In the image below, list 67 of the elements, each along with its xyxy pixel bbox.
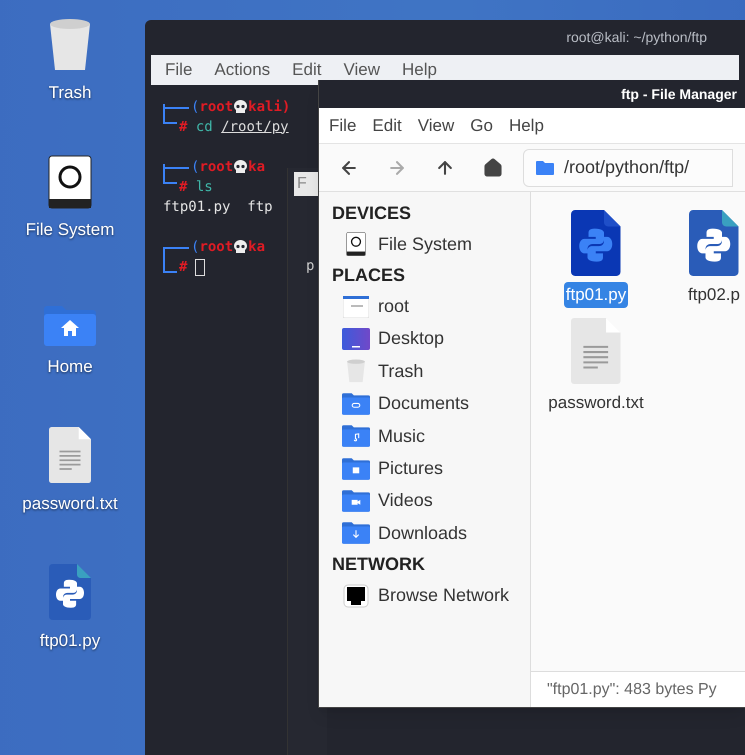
sidebar-item[interactable]: File System bbox=[332, 228, 530, 260]
drive-icon bbox=[48, 155, 92, 209]
menu-item[interactable]: Help bbox=[508, 112, 544, 138]
sidebar-item[interactable]: Desktop bbox=[332, 322, 530, 356]
house-icon bbox=[483, 158, 503, 178]
desktop-icon-label[interactable]: password.txt bbox=[22, 491, 118, 516]
file-name[interactable]: ftp01.py bbox=[564, 282, 628, 308]
skull-icon bbox=[234, 160, 248, 174]
sidebar-item[interactable]: Trash bbox=[332, 355, 530, 388]
sidebar-item[interactable]: Music bbox=[332, 420, 530, 452]
desktop-icon-label[interactable]: Home bbox=[47, 354, 93, 380]
sidebar-item[interactable]: Documents bbox=[332, 388, 530, 420]
trash-icon bbox=[345, 359, 367, 384]
window-title: ftp - File Manager bbox=[621, 84, 737, 104]
folder-icon bbox=[343, 296, 369, 318]
text-cursor bbox=[195, 258, 206, 276]
command-text: # ls bbox=[179, 178, 213, 196]
output-text: ftp01.py ftp bbox=[163, 198, 273, 217]
skull-icon bbox=[234, 100, 248, 114]
python-file-icon bbox=[49, 564, 91, 620]
python-file-icon bbox=[689, 210, 739, 276]
desktop-icon-label[interactable]: ftp01.py bbox=[40, 628, 100, 654]
menu-item[interactable]: Actions bbox=[214, 57, 270, 83]
command-text: # cd /root/py bbox=[179, 118, 289, 136]
sidebar-item[interactable]: root bbox=[332, 290, 530, 323]
path-field[interactable]: /root/python/ftp/ bbox=[523, 148, 733, 186]
menu-item[interactable]: Edit bbox=[372, 112, 402, 138]
section-heading: DEVICES bbox=[332, 202, 412, 224]
prompt-text: (root ka bbox=[191, 238, 266, 256]
trash-icon bbox=[48, 18, 92, 72]
file-name[interactable]: ftp02.p bbox=[686, 282, 742, 308]
picture-folder-icon bbox=[342, 458, 370, 480]
menu-item[interactable]: Help bbox=[402, 57, 437, 83]
desktop-icon bbox=[342, 328, 370, 350]
prompt-text: (root kali) bbox=[191, 98, 290, 116]
desktop-icon-label[interactable]: File System bbox=[26, 217, 114, 242]
menu-item[interactable]: View bbox=[343, 57, 380, 83]
menu-item[interactable]: Go bbox=[470, 112, 493, 138]
music-folder-icon bbox=[342, 425, 370, 448]
file-name[interactable]: password.txt bbox=[546, 390, 646, 415]
camera-folder-icon bbox=[342, 490, 370, 512]
sidebar-item[interactable]: Downloads bbox=[332, 517, 530, 550]
section-heading: NETWORK bbox=[332, 553, 426, 576]
download-folder-icon bbox=[342, 522, 370, 544]
output-text: p bbox=[306, 257, 316, 276]
home-folder-icon bbox=[44, 306, 96, 346]
menu-item[interactable]: Edit bbox=[292, 57, 322, 83]
menu-item[interactable]: File bbox=[329, 112, 356, 138]
text-file-icon bbox=[571, 318, 621, 384]
sidebar-item[interactable]: Pictures bbox=[332, 452, 530, 485]
link-folder-icon bbox=[342, 392, 370, 415]
menu-item[interactable]: File bbox=[165, 57, 192, 83]
desktop-icon-label[interactable]: Trash bbox=[48, 80, 92, 106]
network-port-icon bbox=[343, 584, 369, 608]
python-file-icon bbox=[571, 210, 621, 276]
skull-icon bbox=[234, 240, 248, 254]
sidebar-item[interactable]: Videos bbox=[332, 484, 530, 518]
menu-item[interactable]: View bbox=[418, 112, 454, 138]
text-file-icon bbox=[49, 427, 91, 483]
prompt-text: (root ka bbox=[191, 158, 266, 176]
drive-icon bbox=[346, 232, 366, 256]
section-heading: PLACES bbox=[332, 264, 406, 287]
folder-icon bbox=[536, 160, 554, 174]
status-bar: "ftp01.py": 483 bytes Py bbox=[531, 671, 745, 707]
prompt-hash: # bbox=[179, 258, 188, 276]
window-title: root@kali: ~/python/ftp bbox=[566, 28, 707, 47]
sidebar-item[interactable]: Browse Network bbox=[332, 580, 530, 612]
